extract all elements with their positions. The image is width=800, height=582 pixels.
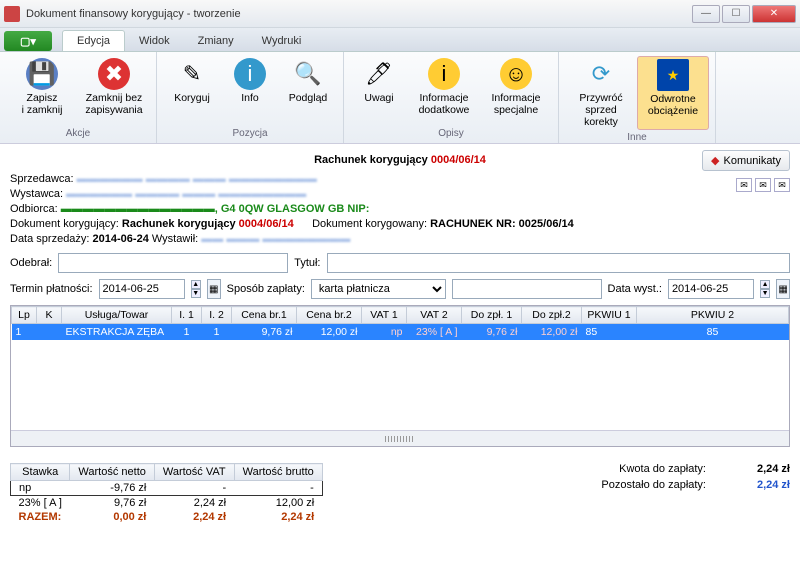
magnifier-icon: 🔍	[292, 58, 324, 90]
items-table[interactable]: Lp K Usługa/Towar I. 1 I. 2 Cena br.1 Ce…	[11, 306, 789, 340]
alert-icon: ◆	[711, 154, 719, 167]
items-table-wrap: Lp K Usługa/Towar I. 1 I. 2 Cena br.1 Ce…	[10, 305, 790, 447]
info-specjalne-button[interactable]: ☺ Informacje specjalne	[480, 56, 552, 126]
sposob-label: Sposób zapłaty:	[227, 283, 305, 295]
minimize-button[interactable]: —	[692, 5, 720, 23]
mail-icon-2[interactable]: ✉	[755, 178, 771, 192]
odebral-label: Odebrał:	[10, 257, 52, 269]
kwota-label: Kwota do zapłaty:	[619, 463, 706, 475]
info-button[interactable]: i Info	[221, 56, 279, 126]
data-wyst-spinner[interactable]: ▲▼	[760, 280, 770, 298]
ribbon: 💾 Zapisz i zamknij ✖ Zamknij bez zapisyw…	[0, 52, 800, 144]
mail-icon-1[interactable]: ✉	[736, 178, 752, 192]
termin-calendar-icon[interactable]: ▦	[207, 279, 221, 299]
info-icon: i	[234, 58, 266, 90]
totals: Kwota do zapłaty: 2,24 zł Pozostało do z…	[601, 463, 790, 524]
group-opisy-title: Opisy	[438, 128, 464, 139]
group-inne-title: Inne	[627, 132, 646, 143]
horizontal-splitter[interactable]	[11, 430, 789, 446]
data-wyst-calendar-icon[interactable]: ▦	[776, 279, 790, 299]
tytul-label: Tytuł:	[294, 257, 320, 269]
tab-zmiany[interactable]: Zmiany	[184, 31, 248, 51]
window-title: Dokument finansowy korygujący - tworzeni…	[26, 8, 692, 20]
tab-wydruki[interactable]: Wydruki	[248, 31, 316, 51]
info-yellow-icon: i	[428, 58, 460, 90]
close-button[interactable]: ✕	[752, 5, 796, 23]
termin-spinner[interactable]: ▲▼	[191, 280, 201, 298]
file-menu-button[interactable]: ▢▾	[4, 31, 52, 51]
refresh-icon: ⟳	[585, 58, 617, 90]
eu-flag-icon: ★	[657, 59, 689, 91]
podglad-button[interactable]: 🔍 Podgląd	[279, 56, 337, 126]
pozostalo-value: 2,24 zł	[720, 479, 790, 491]
group-pozycja-title: Pozycja	[232, 128, 267, 139]
titlebar: Dokument finansowy korygujący - tworzeni…	[0, 0, 800, 28]
save-icon: 💾	[26, 58, 58, 90]
table-row-total: RAZEM: 0,00 zł 2,24 zł 2,24 zł	[11, 510, 323, 524]
extra-input[interactable]	[452, 279, 602, 299]
uwagi-button[interactable]: 🖊 Uwagi	[350, 56, 408, 126]
termin-input[interactable]	[99, 279, 185, 299]
termin-label: Termin płatności:	[10, 283, 93, 295]
info-dodatkowe-button[interactable]: i Informacje dodatkowe	[408, 56, 480, 126]
table-row: 23% [ A ] 9,76 zł 2,24 zł 12,00 zł	[11, 496, 323, 511]
odebral-input[interactable]	[58, 253, 288, 273]
tytul-input[interactable]	[327, 253, 791, 273]
doc-meta: Sprzedawca: ▬▬▬▬▬▬ ▬▬▬▬ ▬▬▬ ▬▬▬▬▬▬▬▬ Wys…	[10, 172, 790, 247]
mail-icon-3[interactable]: ✉	[774, 178, 790, 192]
tabbar: ▢▾ Edycja Widok Zmiany Wydruki	[0, 28, 800, 52]
pencil-icon: ✎	[176, 58, 208, 90]
table-row: np -9,76 zł - -	[11, 481, 323, 496]
group-akcje-title: Akcje	[66, 128, 90, 139]
doc-title: Rachunek korygujący 0004/06/14	[10, 150, 790, 168]
tab-widok[interactable]: Widok	[125, 31, 184, 51]
save-close-button[interactable]: 💾 Zapisz i zamknij	[6, 56, 78, 126]
table-row[interactable]: 1 EKSTRAKCJA ZĘBA 1 1 9,76 zł 12,00 zł n…	[12, 324, 789, 341]
przywroc-button[interactable]: ⟳ Przywróć sprzed korekty	[565, 56, 637, 130]
smiley-icon: ☺	[500, 58, 532, 90]
komunikaty-button[interactable]: ◆ Komunikaty	[702, 150, 790, 171]
sposob-select[interactable]: karta płatnicza	[311, 279, 446, 299]
kwota-value: 2,24 zł	[720, 463, 790, 475]
app-icon	[4, 6, 20, 22]
close-nosave-button[interactable]: ✖ Zamknij bez zapisywania	[78, 56, 150, 126]
pozostalo-label: Pozostało do zapłaty:	[601, 479, 706, 491]
pen-icon: 🖊	[363, 58, 395, 90]
data-wyst-label: Data wyst.:	[608, 283, 662, 295]
odwrotne-button[interactable]: ★ Odwrotne obciążenie	[637, 56, 709, 130]
vat-summary-table: Stawka Wartość netto Wartość VAT Wartość…	[10, 463, 323, 524]
cancel-icon: ✖	[98, 58, 130, 90]
koryguj-button[interactable]: ✎ Koryguj	[163, 56, 221, 126]
data-wyst-input[interactable]	[668, 279, 754, 299]
maximize-button[interactable]: ☐	[722, 5, 750, 23]
tab-edycja[interactable]: Edycja	[62, 30, 125, 51]
